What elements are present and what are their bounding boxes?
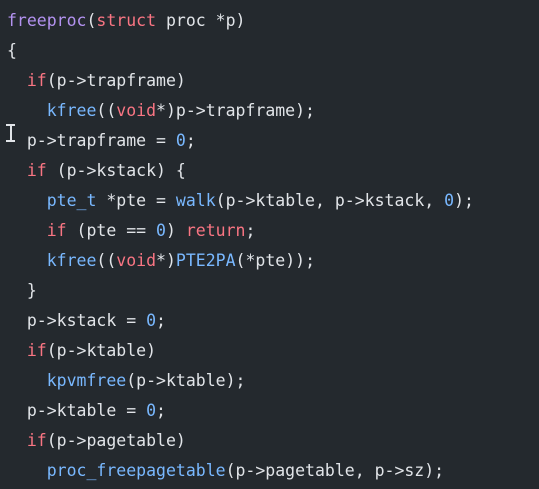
code-token: (pte == bbox=[66, 221, 157, 240]
code-token: freeproc bbox=[7, 11, 87, 30]
code-line[interactable]: if (pte == 0) return; bbox=[7, 216, 474, 246]
code-token: ; bbox=[185, 131, 196, 150]
code-line[interactable]: p->kstack = 0; bbox=[7, 306, 474, 336]
code-token: if bbox=[26, 431, 47, 450]
code-token: *) bbox=[156, 251, 176, 270]
code-token: 0 bbox=[156, 221, 166, 240]
code-token: 0 bbox=[146, 401, 157, 420]
code-token: *pte = bbox=[96, 191, 176, 210]
code-token: kfree bbox=[46, 101, 97, 120]
code-token: proc *p) bbox=[156, 11, 246, 30]
code-token: if bbox=[26, 341, 47, 360]
code-token: *)p->trapframe); bbox=[156, 101, 315, 120]
code-token: void bbox=[116, 101, 157, 120]
code-token: return bbox=[185, 221, 246, 240]
code-token: ; bbox=[245, 221, 256, 240]
code-line[interactable]: p->trapframe = 0; bbox=[7, 126, 474, 156]
code-line[interactable]: proc_freepagetable(p->pagetable, p->sz); bbox=[7, 456, 474, 486]
code-token: (*pte)); bbox=[235, 251, 316, 270]
code-token: ; bbox=[156, 311, 166, 330]
code-token: (p->kstack) { bbox=[46, 161, 186, 180]
code-token: kfree bbox=[46, 251, 97, 270]
code-line[interactable]: freeproc(struct proc *p) bbox=[7, 6, 474, 36]
code-token: 0 bbox=[444, 191, 455, 210]
code-token: if bbox=[46, 221, 67, 240]
code-token: ) bbox=[165, 221, 186, 240]
code-token: void bbox=[116, 251, 157, 270]
code-line[interactable]: if(p->trapframe) bbox=[7, 66, 474, 96]
code-token: if bbox=[26, 161, 47, 180]
code-token: p->ktable = bbox=[7, 401, 147, 420]
code-token: (p->ktable); bbox=[126, 371, 246, 390]
code-line[interactable]: } bbox=[7, 276, 474, 306]
code-line[interactable]: if (p->kstack) { bbox=[7, 156, 474, 186]
code-block[interactable]: freeproc(struct proc *p){ if(p->trapfram… bbox=[7, 6, 474, 486]
code-token: pte_t bbox=[46, 191, 97, 210]
code-editor[interactable]: freeproc(struct proc *p){ if(p->trapfram… bbox=[0, 0, 539, 489]
code-token: (p->ktable) bbox=[46, 341, 157, 360]
code-token: walk bbox=[175, 191, 216, 210]
code-token: 0 bbox=[175, 131, 186, 150]
code-token: } bbox=[7, 281, 37, 300]
code-line[interactable]: { bbox=[7, 36, 474, 66]
code-token: (( bbox=[96, 101, 117, 120]
code-token: { bbox=[7, 41, 17, 60]
code-token: PTE2PA bbox=[175, 251, 236, 270]
code-token: (p->pagetable) bbox=[46, 431, 186, 450]
code-token: (p->ktable, p->kstack, bbox=[215, 191, 445, 210]
code-line[interactable]: if(p->pagetable) bbox=[7, 426, 474, 456]
code-token: kpvmfree bbox=[46, 371, 127, 390]
code-token: ( bbox=[86, 11, 97, 30]
code-token: (( bbox=[96, 251, 117, 270]
code-token: 0 bbox=[146, 311, 157, 330]
code-line[interactable]: kpvmfree(p->ktable); bbox=[7, 366, 474, 396]
code-token: if bbox=[26, 71, 47, 90]
text-cursor-ibeam-icon bbox=[6, 124, 15, 142]
code-token: p->kstack = bbox=[7, 311, 147, 330]
code-token: ); bbox=[454, 191, 474, 210]
code-token: (p->pagetable, p->sz); bbox=[225, 461, 445, 480]
code-token: struct bbox=[96, 11, 157, 30]
code-token: p->trapframe = bbox=[7, 131, 176, 150]
code-line[interactable]: if(p->ktable) bbox=[7, 336, 474, 366]
code-line[interactable]: kfree((void*)PTE2PA(*pte)); bbox=[7, 246, 474, 276]
code-line[interactable]: p->ktable = 0; bbox=[7, 396, 474, 426]
code-token: ; bbox=[156, 401, 166, 420]
code-line[interactable]: pte_t *pte = walk(p->ktable, p->kstack, … bbox=[7, 186, 474, 216]
code-line[interactable]: kfree((void*)p->trapframe); bbox=[7, 96, 474, 126]
code-token: (p->trapframe) bbox=[46, 71, 186, 90]
code-token: proc_freepagetable bbox=[46, 461, 226, 480]
